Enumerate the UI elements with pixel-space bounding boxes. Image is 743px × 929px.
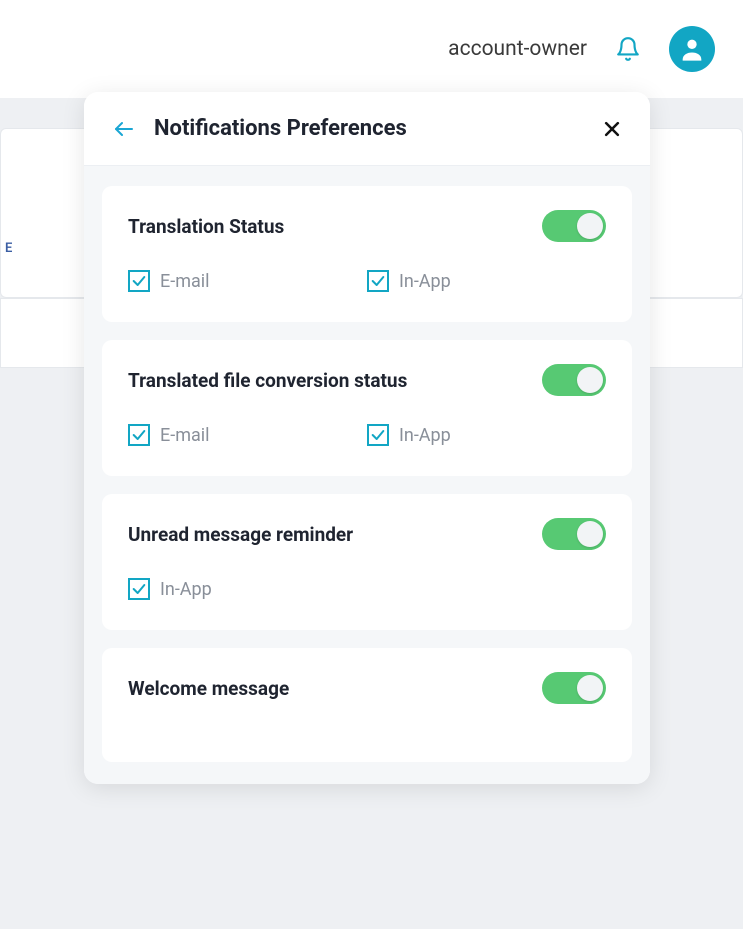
channel-email: E-mail [128, 424, 367, 446]
channel-inapp: In-App [367, 424, 606, 446]
channel-label-email: E-mail [160, 271, 210, 292]
account-label: account-owner [448, 37, 587, 61]
channel-row: E-mail In-App [128, 270, 606, 292]
toggle-translation-status[interactable] [542, 210, 606, 242]
card-header: Translation Status [128, 210, 606, 242]
channel-row: In-App [128, 578, 606, 600]
pref-card-translation-status: Translation Status E-mail In-App [102, 186, 632, 322]
channel-inapp: In-App [128, 578, 212, 600]
bell-icon[interactable] [615, 36, 641, 62]
avatar[interactable] [669, 26, 715, 72]
background-tab-truncated: E [5, 241, 13, 256]
card-header: Translated file conversion status [128, 364, 606, 396]
channel-label-inapp: In-App [399, 271, 451, 292]
card-header: Unread message reminder [128, 518, 606, 550]
pref-card-file-conversion: Translated file conversion status E-mail… [102, 340, 632, 476]
card-title: Welcome message [128, 677, 289, 700]
channel-email: E-mail [128, 270, 367, 292]
toggle-welcome[interactable] [542, 672, 606, 704]
card-header: Welcome message [128, 672, 606, 704]
back-arrow-icon[interactable] [112, 117, 136, 141]
channel-inapp: In-App [367, 270, 606, 292]
checkbox-inapp[interactable] [367, 270, 389, 292]
channel-label-email: E-mail [160, 425, 210, 446]
modal-header: Notifications Preferences [84, 92, 650, 166]
checkbox-email[interactable] [128, 270, 150, 292]
card-title: Translated file conversion status [128, 369, 407, 392]
close-icon[interactable] [602, 119, 622, 139]
channel-label-inapp: In-App [399, 425, 451, 446]
modal-title: Notifications Preferences [154, 116, 584, 141]
checkbox-inapp[interactable] [128, 578, 150, 600]
checkbox-inapp[interactable] [367, 424, 389, 446]
toggle-file-conversion[interactable] [542, 364, 606, 396]
pref-card-welcome: Welcome message [102, 648, 632, 762]
notifications-preferences-modal: Notifications Preferences Translation St… [84, 92, 650, 784]
card-title: Unread message reminder [128, 523, 353, 546]
modal-body[interactable]: Translation Status E-mail In-App [84, 166, 650, 784]
card-title: Translation Status [128, 215, 284, 238]
channel-row: E-mail In-App [128, 424, 606, 446]
pref-card-unread-reminder: Unread message reminder In-App [102, 494, 632, 630]
scroll-padding [102, 780, 632, 784]
toggle-unread-reminder[interactable] [542, 518, 606, 550]
checkbox-email[interactable] [128, 424, 150, 446]
channel-label-inapp: In-App [160, 579, 212, 600]
top-header: account-owner [0, 0, 743, 98]
